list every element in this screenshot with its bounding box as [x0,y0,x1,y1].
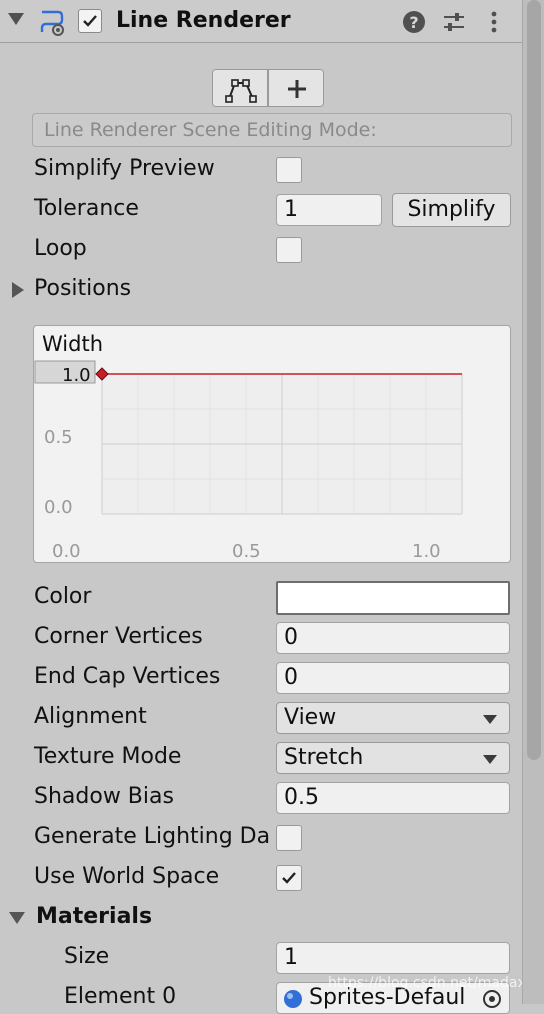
shadow-bias-input[interactable]: 0.5 [276,782,510,814]
simplify-preview-checkbox[interactable] [276,157,302,183]
tolerance-input[interactable]: 1 [276,194,382,226]
x-tick-label: 0.0 [52,541,81,562]
scrollbar-track[interactable] [522,0,544,1004]
y-tick-label: 0.5 [44,427,73,448]
materials-size-label: Size [64,944,110,969]
positions-label[interactable]: Positions [34,276,131,301]
materials-label[interactable]: Materials [36,904,152,929]
alignment-dropdown[interactable]: View [276,702,510,734]
end-cap-vertices-input[interactable]: 0 [276,662,510,694]
more-menu-icon[interactable] [482,10,506,34]
simplify-button[interactable]: Simplify [392,193,511,227]
texture-mode-dropdown[interactable]: Stretch [276,742,510,774]
material-sphere-icon [284,990,302,1008]
use-world-space-label: Use World Space [34,864,220,889]
alignment-value: View [284,705,337,730]
watermark-text: https://blog.csdn.net/madaxin [328,975,539,991]
preset-icon[interactable] [442,10,466,34]
component-enabled-checkbox[interactable] [78,9,102,33]
component-title: Line Renderer [116,8,291,33]
scene-editing-mode-label: Line Renderer Scene Editing Mode: [32,113,512,147]
scene-editing-buttons [212,69,328,107]
positions-foldout-icon[interactable] [12,282,24,298]
generate-lighting-data-checkbox[interactable] [276,825,302,851]
edit-points-button[interactable] [212,69,268,107]
check-icon [282,872,296,884]
component-header: Line Renderer ? [0,0,522,43]
curve-title: Width [42,332,103,356]
y-tick-label: 1.0 [62,365,91,386]
width-curve-editor[interactable]: Width 1.0 0.5 0.0 0.0 0.5 1.0 [33,325,511,563]
tolerance-label: Tolerance [34,196,139,221]
loop-checkbox[interactable] [276,237,302,263]
add-point-icon [288,80,306,98]
svg-text:?: ? [409,13,418,32]
shadow-bias-label: Shadow Bias [34,784,174,809]
edit-points-icon [225,79,257,103]
x-tick-label: 1.0 [412,541,441,562]
foldout-expanded-icon[interactable] [8,13,24,25]
color-label: Color [34,584,92,609]
texture-mode-label: Texture Mode [34,744,182,769]
x-tick-label: 0.5 [232,541,261,562]
loop-label: Loop [34,236,87,261]
width-curve-graph: Width 1.0 0.5 0.0 0.0 0.5 1.0 [34,332,463,562]
materials-foldout-icon[interactable] [9,912,25,924]
y-tick-label: 0.0 [44,497,73,518]
scrollbar-thumb[interactable] [527,0,541,760]
add-point-button[interactable] [268,69,324,107]
simplify-preview-label: Simplify Preview [34,156,215,181]
materials-size-input[interactable]: 1 [276,942,510,974]
check-icon [83,15,97,27]
line-renderer-icon [40,10,64,36]
alignment-label: Alignment [34,704,147,729]
use-world-space-checkbox[interactable] [276,865,302,891]
texture-mode-value: Stretch [284,745,364,770]
element-0-label: Element 0 [64,984,177,1009]
inspector-panel: Line Renderer ? Line Renderer Scene Edit… [0,0,539,1014]
corner-vertices-label: Corner Vertices [34,624,203,649]
help-icon[interactable]: ? [402,10,426,34]
corner-vertices-input[interactable]: 0 [276,622,510,654]
object-picker-icon[interactable] [481,988,503,1010]
end-cap-vertices-label: End Cap Vertices [34,664,221,689]
dropdown-arrow-icon [483,755,497,764]
color-field[interactable] [276,581,510,615]
generate-lighting-data-label: Generate Lighting Da [34,824,270,849]
dropdown-arrow-icon [483,715,497,724]
